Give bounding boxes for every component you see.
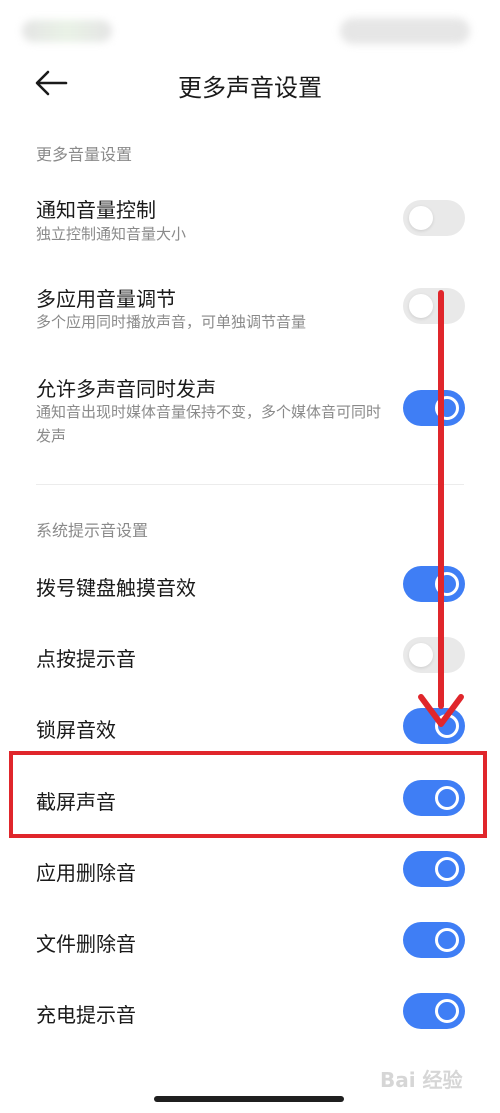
toggle-switch-on[interactable] [403,708,465,744]
toggle-switch-on[interactable] [403,566,465,602]
section-header-system: 系统提示音设置 [36,521,149,540]
toggle-switch-on[interactable] [403,993,465,1029]
setting-row-lock-sound[interactable]: 锁屏音效 [0,708,500,748]
toggle-knob [435,396,459,420]
setting-row-notification-volume[interactable]: 通知音量控制 独立控制通知音量大小 [0,190,500,250]
setting-title: 充电提示音 [36,1003,136,1027]
toggle-switch-off[interactable] [403,637,465,673]
status-bar-icons-blurred [340,18,470,44]
watermark: Bai 经验 [380,1068,463,1092]
setting-title: 拨号键盘触摸音效 [36,576,196,600]
setting-row-multi-app-volume[interactable]: 多应用音量调节 多个应用同时播放声音，可单独调节音量 [0,280,500,340]
setting-title: 允许多声音同时发声 [36,377,216,401]
toggle-switch-on[interactable] [403,922,465,958]
setting-row-file-delete-sound[interactable]: 文件删除音 [0,922,500,962]
home-indicator[interactable] [154,1096,344,1102]
setting-title: 通知音量控制 [36,198,156,222]
setting-row-multi-sound[interactable]: 允许多声音同时发声 通知音出现时媒体音量保持不变，多个媒体音可同时发声 [0,370,500,450]
section-header-volume: 更多音量设置 [36,145,133,164]
toggle-knob [435,999,459,1023]
section-divider [36,484,464,485]
toggle-knob [435,928,459,952]
setting-row-app-delete-sound[interactable]: 应用删除音 [0,851,500,891]
toggle-switch-on[interactable] [403,851,465,887]
toggle-knob [409,294,433,318]
setting-subtitle: 通知音出现时媒体音量保持不变，多个媒体音可同时发声 [36,403,382,445]
setting-title: 锁屏音效 [36,718,116,742]
toggle-switch-on[interactable] [403,390,465,426]
setting-subtitle: 独立控制通知音量大小 [36,225,187,243]
toggle-knob [435,714,459,738]
status-bar [0,0,500,60]
setting-title: 文件删除音 [36,932,136,956]
page-title: 更多声音设置 [178,74,322,102]
setting-row-tap-sound[interactable]: 点按提示音 [0,637,500,677]
setting-title: 点按提示音 [36,647,136,671]
status-bar-time-blurred [22,20,112,42]
highlight-box [9,751,487,838]
setting-row-charging-sound[interactable]: 充电提示音 [0,993,500,1033]
toggle-knob [409,206,433,230]
toggle-knob [435,857,459,881]
setting-title: 应用删除音 [36,861,136,885]
toggle-knob [409,643,433,667]
toggle-switch-off[interactable] [403,288,465,324]
toggle-knob [435,572,459,596]
toggle-switch-off[interactable] [403,200,465,236]
setting-title: 多应用音量调节 [36,287,176,311]
header: 更多声音设置 [0,60,500,106]
setting-row-dialpad-sound[interactable]: 拨号键盘触摸音效 [0,566,500,606]
setting-subtitle: 多个应用同时播放声音，可单独调节音量 [36,313,307,331]
